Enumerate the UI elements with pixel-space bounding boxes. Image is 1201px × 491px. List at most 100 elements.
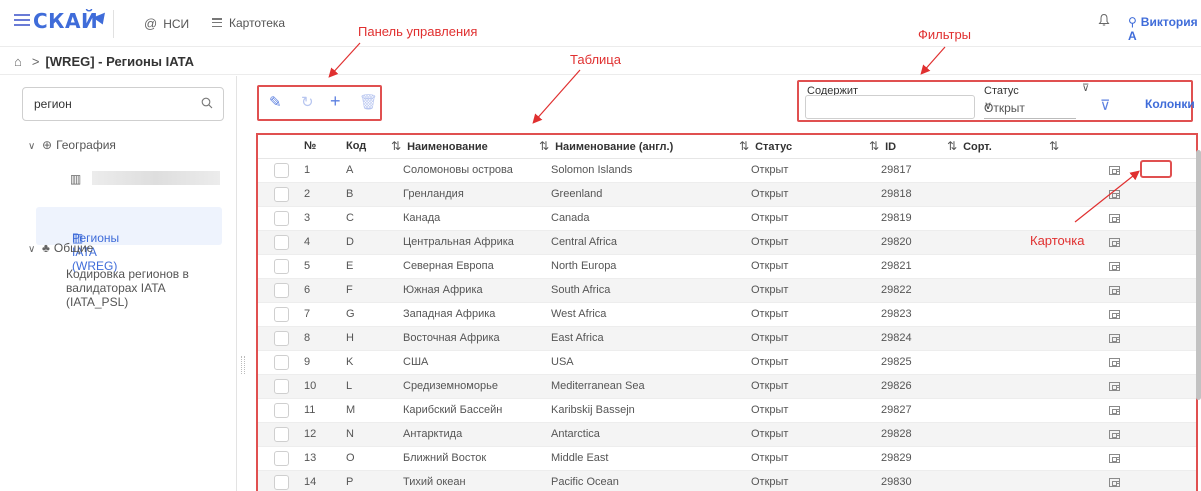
table-row[interactable]: 1 A Соломоновы острова Solomon Islands Откры… [258, 158, 1196, 183]
hierarchy-icon: ♣ [42, 241, 50, 255]
card-icon[interactable] [1109, 309, 1120, 319]
card-icon[interactable] [1109, 357, 1120, 367]
card-icon[interactable] [1109, 165, 1120, 175]
row-checkbox[interactable] [274, 354, 289, 370]
columns-button[interactable]: Колонки [1145, 97, 1195, 111]
col-header-name[interactable]: ⇅ Наименование [391, 135, 539, 159]
row-checkbox[interactable] [274, 426, 289, 442]
tree-item-geography[interactable]: ∨ ⊕ География [28, 138, 116, 152]
sort-icon[interactable]: ⇅ [947, 139, 957, 153]
row-checkbox[interactable] [274, 402, 289, 418]
delete-icon[interactable]: 🗑 [359, 95, 378, 110]
sidebar-resize-handle[interactable] [241, 356, 245, 374]
sidebar-search [22, 87, 224, 121]
card-icon[interactable] [1109, 285, 1120, 295]
card-icon[interactable] [1109, 189, 1120, 199]
table-row[interactable]: 13 O Ближний Восток Middle East Открыт 29829 [258, 446, 1196, 471]
nav-item-nsi[interactable]: @ НСИ [144, 16, 189, 31]
card-icon[interactable] [1109, 477, 1120, 487]
user-menu[interactable]: ⚲ Виктория А [1128, 15, 1201, 43]
search-icon[interactable] [201, 97, 213, 109]
sort-icon[interactable]: ⇅ [869, 139, 879, 153]
tree-item-hidden[interactable]: ▥ [70, 172, 85, 186]
row-checkbox[interactable] [274, 330, 289, 346]
edit-icon[interactable]: ✎ [269, 95, 282, 110]
tree-item-general[interactable]: ∨ ♣ Общие [28, 241, 93, 255]
refresh-icon[interactable]: ↻ [301, 95, 314, 110]
sort-icon[interactable]: ⇅ [739, 139, 749, 153]
table-row[interactable]: 12 N Антарктида Antarctica Открыт 29828 [258, 422, 1196, 447]
col-header-name-en[interactable]: ⇅ Наименование (англ.) [539, 135, 739, 159]
table-row[interactable]: 8 H Восточная Африка East Africa Открыт 29824 [258, 326, 1196, 351]
cell-n: 11 [304, 398, 346, 423]
col-header-id[interactable]: ⇅ ID [869, 135, 947, 159]
card-icon[interactable] [1109, 333, 1120, 343]
col-header-status[interactable]: ⇅ Статус [739, 135, 869, 159]
home-icon[interactable]: ⌂ [14, 54, 22, 69]
card-icon[interactable] [1109, 237, 1120, 247]
table-row[interactable]: 3 C Канада Canada Открыт 29819 [258, 206, 1196, 231]
cell-code: P [346, 470, 391, 491]
row-checkbox[interactable] [274, 210, 289, 226]
add-icon[interactable]: + [330, 92, 341, 110]
cell-id: 29818 [869, 182, 947, 207]
card-icon[interactable] [1109, 405, 1120, 415]
search-input[interactable] [34, 97, 184, 111]
table-header: № Код ⇅ Наименование ⇅ Наименование (англ.… [258, 135, 1196, 159]
card-icon[interactable] [1109, 429, 1120, 439]
cell-status: Открыт [739, 398, 869, 423]
row-checkbox[interactable] [274, 258, 289, 274]
row-checkbox[interactable] [274, 234, 289, 250]
table-row[interactable]: 11 M Карибский Бассейн Karibskij Bassejn Отк… [258, 398, 1196, 423]
row-checkbox[interactable] [274, 282, 289, 298]
table-row[interactable]: 14 P Тихий океан Pacific Ocean Открыт 29830 [258, 470, 1196, 491]
card-icon[interactable] [1109, 381, 1120, 391]
cell-sort [947, 470, 1049, 491]
cell-status: Открыт [739, 302, 869, 327]
card-icon[interactable] [1109, 213, 1120, 223]
row-checkbox[interactable] [274, 306, 289, 322]
chevron-down-icon[interactable]: ∨ [28, 141, 42, 152]
card-icon[interactable] [1109, 261, 1120, 271]
col-header-code[interactable]: Код [346, 135, 391, 159]
contains-input[interactable] [805, 95, 975, 119]
cell-n: 3 [304, 206, 346, 231]
table-row[interactable]: 6 F Южная Африка South Africa Открыт 29822 [258, 278, 1196, 303]
clear-filter-icon[interactable]: ⊽ [1082, 83, 1089, 94]
table-row[interactable]: 10 L Средиземноморье Mediterranean Sea Откры… [258, 374, 1196, 399]
card-icon[interactable] [1109, 453, 1120, 463]
sort-icon[interactable]: ⇅ [391, 139, 401, 153]
table-row[interactable]: 7 G Западная Африка West Africa Открыт 29823 [258, 302, 1196, 327]
sort-icon[interactable]: ⇅ [1049, 139, 1059, 153]
row-checkbox[interactable] [274, 474, 289, 490]
table-row[interactable]: 2 B Гренландия Greenland Открыт 29818 [258, 182, 1196, 207]
status-select[interactable]: Открыт ∨ [984, 95, 1076, 119]
scrollbar[interactable] [1196, 150, 1201, 400]
menu-icon[interactable] [14, 14, 30, 28]
filter-icon[interactable]: ⊽ [1100, 97, 1110, 114]
row-checkbox[interactable] [274, 378, 289, 394]
col-header-n[interactable]: № [304, 135, 346, 159]
nav-item-kartoteka[interactable]: Картотека [212, 16, 285, 30]
cell-n: 14 [304, 470, 346, 491]
cell-status: Открыт [739, 446, 869, 471]
tree-item-iata-psl[interactable]: Кодировка регионов в валидаторах IATA (I… [66, 267, 226, 309]
tree-item-wreg[interactable]: ▥ Регионы IATA (WREG) [36, 207, 222, 273]
cell-sort [947, 446, 1049, 471]
chevron-down-icon[interactable]: ∨ [28, 244, 42, 255]
table-row[interactable]: 9 K США USA Открыт 29825 [258, 350, 1196, 375]
cell-n: 13 [304, 446, 346, 471]
col-header-sort[interactable]: ⇅ Сорт. [947, 135, 1049, 159]
row-checkbox[interactable] [274, 450, 289, 466]
cell-status: Открыт [739, 470, 869, 491]
table-row[interactable]: 5 E Северная Европа North Europa Открыт 29821 [258, 254, 1196, 279]
row-checkbox[interactable] [274, 186, 289, 202]
sidebar: ∨⊕География ▥ ▥ Регионы IATA (WREG) ∨♣Об… [8, 76, 245, 491]
app-logo[interactable]: СКАЙ [33, 8, 110, 33]
bell-icon[interactable] [1098, 13, 1110, 27]
cell-id: 29822 [869, 278, 947, 303]
row-checkbox[interactable] [274, 162, 289, 178]
cell-name: Карибский Бассейн [391, 398, 539, 423]
user-icon: ⚲ [1128, 15, 1137, 29]
sort-icon[interactable]: ⇅ [539, 139, 549, 153]
